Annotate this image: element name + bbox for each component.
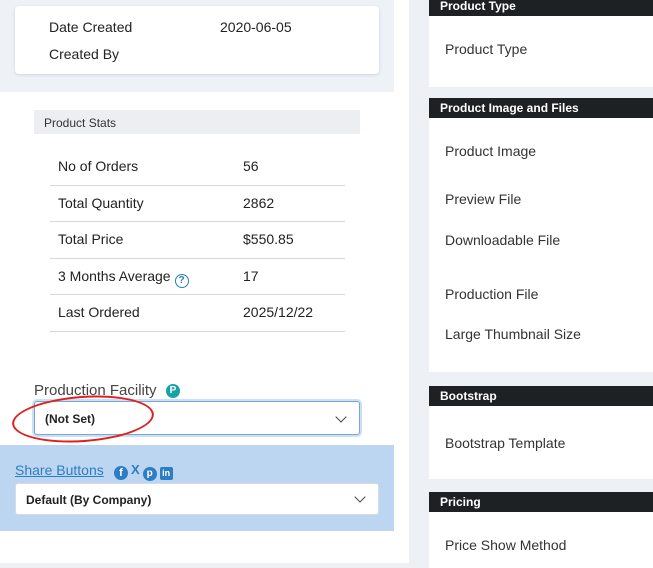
bootstrap-template-item[interactable]: Bootstrap Template [445,435,565,451]
product-type-header: Product Type [429,0,653,16]
stats-value: 2025/12/22 [243,304,314,320]
product-type-item[interactable]: Product Type [445,41,527,57]
stats-value: 56 [243,158,259,174]
share-buttons-selected: Default (By Company) [26,493,152,507]
stats-row-last-ordered: Last Ordered 2025/12/22 [50,295,345,332]
stats-label: 3 Months Average? [58,268,189,288]
share-buttons-link[interactable]: Share Buttons [15,462,104,478]
stats-row-orders: No of Orders 56 [50,149,345,186]
pricing-card: Pricing Price Show Method [429,492,653,568]
pinterest-icon[interactable]: p [142,467,157,481]
product-type-card: Product Type Product Type [429,0,653,87]
stats-label: Last Ordered [58,304,140,320]
product-stats-table: No of Orders 56 Total Quantity 2862 Tota… [50,149,345,332]
share-buttons-select[interactable]: Default (By Company) [15,483,379,515]
product-image-item[interactable]: Product Image [445,143,536,159]
stats-label-text: 3 Months Average [58,267,171,284]
bootstrap-card: Bootstrap Bootstrap Template [429,386,653,479]
product-stats-header: Product Stats [34,110,360,134]
stats-row-price: Total Price $550.85 [50,222,345,259]
chevron-down-icon [354,491,366,503]
stats-value: 17 [243,267,259,284]
price-show-method-item[interactable]: Price Show Method [445,537,566,553]
linkedin-icon[interactable]: in [159,467,173,480]
x-icon[interactable]: X [131,462,140,477]
created-by-label: Created By [49,46,120,62]
production-facility-badge: P [166,384,180,398]
stats-row-average: 3 Months Average? 17 [50,259,345,295]
share-icons: f Xp in [114,462,176,481]
facebook-icon[interactable]: f [114,466,128,480]
stats-row-quantity: Total Quantity 2862 [50,186,345,222]
production-file-item[interactable]: Production File [445,286,538,302]
preview-file-item[interactable]: Preview File [445,191,521,207]
stats-label: Total Price [58,231,124,247]
bootstrap-header: Bootstrap [429,386,653,406]
details-card: Date Created 2020-06-05 Created By [0,0,394,92]
help-icon[interactable]: ? [174,273,189,288]
stats-label: Total Quantity [58,194,144,211]
date-created-label: Date Created [49,19,133,35]
pricing-header: Pricing [429,492,653,512]
large-thumbnail-size-item[interactable]: Large Thumbnail Size [445,326,581,342]
product-image-files-header: Product Image and Files [429,98,653,118]
production-facility-selected: (Not Set) [45,412,95,426]
chevron-down-icon [335,411,347,423]
stats-value: $550.85 [243,231,294,247]
production-facility-select[interactable]: (Not Set) [34,401,360,435]
stats-label: No of Orders [58,158,139,174]
product-image-files-card: Product Image and Files Product Image Pr… [429,98,653,372]
details-box: Date Created 2020-06-05 Created By [15,6,379,74]
stats-value: 2862 [243,194,275,211]
downloadable-file-item[interactable]: Downloadable File [445,232,560,248]
date-created-value: 2020-06-05 [220,19,292,35]
production-facility-label: Production Facility [34,382,157,399]
